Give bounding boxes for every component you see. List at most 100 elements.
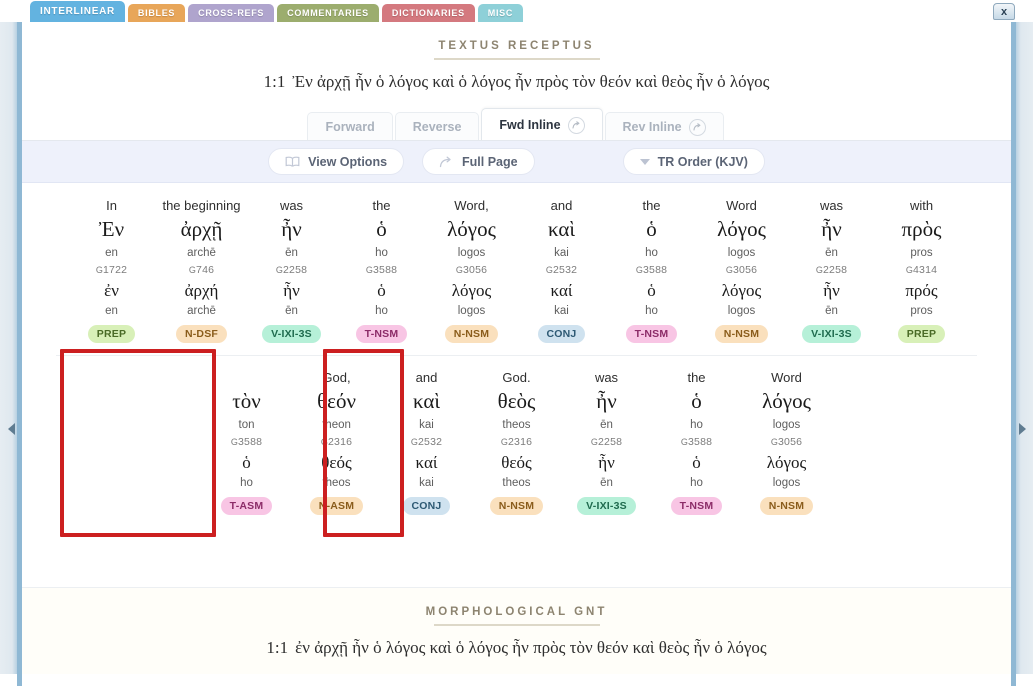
word-lemma-transliteration: kai	[554, 305, 569, 317]
chevron-down-icon	[639, 158, 650, 165]
interlinear-word[interactable]: the ὁ ho G3588 ὁ ho T-NSM	[652, 369, 742, 515]
word-transliteration: en	[105, 247, 118, 259]
morphology-badge[interactable]: N-NSM	[759, 497, 814, 515]
page-title: TEXTUS RECEPTUS	[438, 40, 595, 52]
word-greek: ἦν	[596, 389, 617, 413]
main-tab-misc[interactable]: MISC	[477, 4, 524, 22]
main-tab-label: CROSS-REFS	[198, 7, 265, 18]
main-tab-label: INTERLINEAR	[40, 5, 115, 17]
next-verse-arrow[interactable]	[1016, 421, 1028, 437]
word-greek: ἦν	[821, 217, 842, 241]
word-greek: λόγος	[447, 217, 496, 241]
morphology-badge[interactable]: CONJ	[537, 325, 586, 343]
word-greek: ὁ	[691, 389, 702, 413]
interlinear-word[interactable]: the ὁ ho G3588 ὁ ho T-NSM	[337, 197, 427, 343]
interlinear-word[interactable]: was ἦν ēn G2258 ἦν ēn V-IXI-3S	[562, 369, 652, 515]
footer-verse-ref: 1:1	[266, 638, 289, 657]
word-gloss: was	[819, 198, 844, 213]
triangle-right-icon	[1018, 423, 1026, 435]
word-strongs-number: G746	[188, 264, 215, 276]
morphology-badge[interactable]: N-NSM	[444, 325, 499, 343]
footer-verse-text: ἐν ἀρχῇ ἦν ὁ λόγος καὶ ὁ λόγος ἦν πρὸς τ…	[295, 638, 767, 657]
morphology-badge[interactable]: N-NSM	[714, 325, 769, 343]
view-tab-rev-inline[interactable]: Rev Inline	[604, 112, 724, 141]
morphology-badge[interactable]: N-NSM	[489, 497, 544, 515]
interlinear-word[interactable]: the ὁ ho G3588 ὁ ho T-NSM	[607, 197, 697, 343]
view-tab-forward[interactable]: Forward	[307, 112, 393, 141]
interlinear-word[interactable]: In Ἐν en G1722 ἐν en PREP	[67, 197, 157, 343]
word-lemma: ἦν	[823, 281, 840, 300]
word-strongs-number: G3056	[770, 436, 803, 448]
word-transliteration: archē	[187, 247, 216, 259]
morphology-badge[interactable]: V-IXI-3S	[577, 497, 636, 515]
interlinear-word[interactable]: and καὶ kai G2532 καί kai CONJ	[382, 369, 472, 515]
view-options-label: View Options	[308, 154, 388, 169]
morphology-badge[interactable]: N-ASM	[309, 497, 364, 515]
interlinear-word[interactable]: and καὶ kai G2532 καί kai CONJ	[517, 197, 607, 343]
word-transliteration: kai	[419, 419, 434, 431]
close-window-button[interactable]: x	[993, 3, 1015, 20]
triangle-left-icon	[7, 423, 15, 435]
main-tab-commentaries[interactable]: COMMENTARIES	[277, 4, 379, 22]
window-frame-bottom	[0, 674, 1033, 686]
morphology-badge[interactable]: PREP	[897, 325, 946, 343]
word-lemma-transliteration: theos	[502, 477, 531, 489]
word-gloss: Word,	[454, 198, 489, 213]
view-tab-reverse[interactable]: Reverse	[394, 112, 480, 141]
morphology-badge[interactable]: N-DSF	[175, 325, 228, 343]
footer-verse: 1:1 ἐν ἀρχῇ ἦν ὁ λόγος καὶ ὁ λόγος ἦν πρὸ…	[22, 638, 1011, 658]
word-lemma-transliteration: logos	[457, 305, 486, 317]
word-greek: πρὸς	[901, 217, 942, 241]
word-lemma: ἦν	[283, 281, 300, 300]
tr-order-dropdown[interactable]: TR Order (KJV)	[622, 148, 765, 175]
interlinear-word[interactable]: Word λόγος logos G3056 λόγος logos N-NSM	[697, 197, 787, 343]
header-verse: 1:1 Ἐν ἀρχῇ ἦν ὁ λόγος καὶ ὁ λόγος ἦν πρὸ…	[22, 72, 1011, 92]
interlinear-row: In Ἐν en G1722 ἐν en PREP the beginning ἀρχῇ arch…	[22, 183, 1011, 355]
word-strongs-number: G2532	[410, 436, 443, 448]
main-tab-interlinear[interactable]: INTERLINEAR	[30, 1, 125, 22]
interlinear-word[interactable]: the beginning ἀρχῇ archē G746 ἀρχή archē N-DSF	[157, 197, 247, 343]
morphology-badge[interactable]: T-NSM	[625, 325, 678, 343]
word-gloss: Word	[771, 370, 802, 385]
main-tab-cross-refs[interactable]: CROSS-REFS	[188, 4, 275, 22]
full-page-button[interactable]: Full Page	[422, 148, 535, 175]
application-window: INTERLINEAR BIBLES CROSS-REFS COMMENTARIES D…	[0, 0, 1033, 686]
word-gloss: the beginning	[162, 198, 241, 213]
word-lemma: ὁ	[692, 453, 701, 472]
previous-verse-arrow[interactable]	[5, 421, 17, 437]
morphology-badge[interactable]: T-ASM	[220, 497, 273, 515]
morphology-badge[interactable]: CONJ	[402, 497, 451, 515]
word-lemma-transliteration: logos	[727, 305, 756, 317]
main-tab-dictionaries[interactable]: DICTIONARIES	[381, 4, 475, 22]
morphology-badge[interactable]: T-NSM	[355, 325, 408, 343]
interlinear-word[interactable]: God. θεὸς theos G2316 θεός theos N-NSM	[472, 369, 562, 515]
morphology-badge[interactable]: V-IXI-3S	[262, 325, 321, 343]
main-tab-label: BIBLES	[137, 7, 176, 18]
word-gloss: and	[415, 370, 438, 385]
view-options-button[interactable]: View Options	[268, 148, 405, 175]
interlinear-word[interactable]: τὸν ton G3588 ὁ ho T-ASM	[202, 369, 292, 515]
morphology-badge[interactable]: V-IXI-3S	[802, 325, 861, 343]
morphology-badge[interactable]: T-NSM	[670, 497, 723, 515]
full-page-label: Full Page	[462, 154, 518, 169]
word-transliteration: logos	[457, 247, 486, 259]
word-transliteration: logos	[772, 419, 801, 431]
interlinear-word[interactable]: was ἦν ēn G2258 ἦν ēn V-IXI-3S	[787, 197, 877, 343]
interlinear-word[interactable]: with πρὸς pros G4314 πρός pros PREP	[877, 197, 967, 343]
interlinear-word[interactable]: God, θεόν theon G2316 θεός theos N-ASM	[292, 369, 382, 515]
word-lemma: πρός	[905, 281, 938, 300]
interlinear-word[interactable]: Word, λόγος logos G3056 λόγος logos N-NSM	[427, 197, 517, 343]
word-lemma-transliteration: archē	[187, 305, 216, 317]
view-tab-fwd-inline[interactable]: Fwd Inline	[481, 108, 603, 141]
interlinear-word[interactable]: was ἦν ēn G2258 ἦν ēn V-IXI-3S	[247, 197, 337, 343]
title-divider	[433, 58, 600, 60]
morphology-badge[interactable]: PREP	[87, 325, 136, 343]
footer-title: MORPHOLOGICAL GNT	[425, 606, 608, 618]
main-tab-bibles[interactable]: BIBLES	[127, 4, 186, 22]
word-lemma-transliteration: theos	[322, 477, 351, 489]
word-lemma: ὁ	[647, 281, 656, 300]
header-verse-text: Ἐν ἀρχῇ ἦν ὁ λόγος καὶ ὁ λόγος ἦν πρὸς τ…	[292, 72, 770, 91]
interlinear-word[interactable]: Word λόγος logos G3056 λόγος logos N-NSM	[742, 369, 832, 515]
word-greek: ἦν	[281, 217, 302, 241]
options-toolbar: View Options Full Page TR Order (KJV)	[22, 141, 1011, 183]
